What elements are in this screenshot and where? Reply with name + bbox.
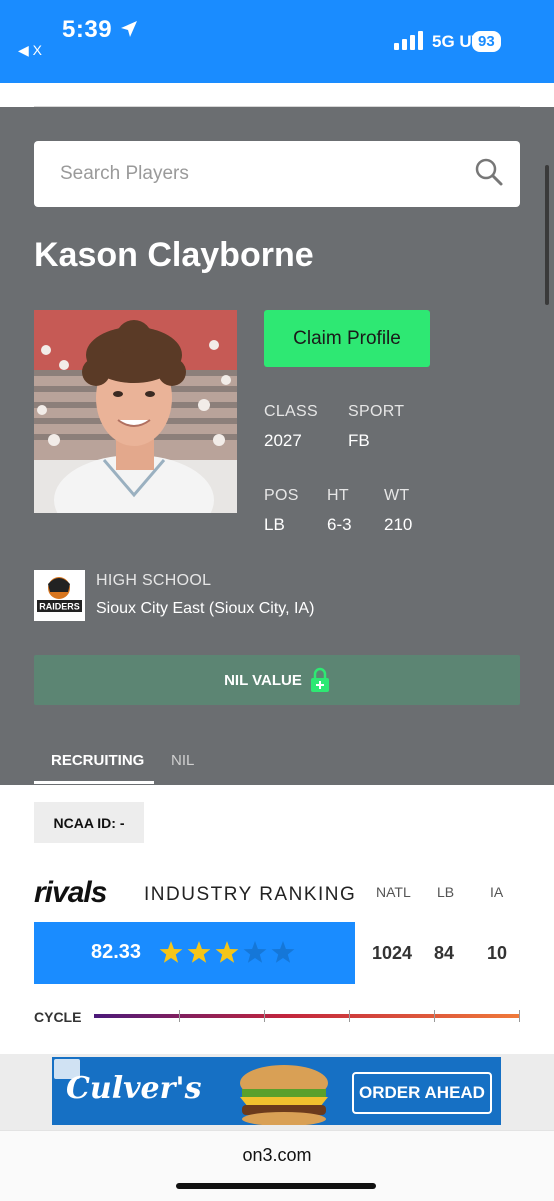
ad-order-button[interactable]: ORDER AHEAD [352,1072,492,1114]
school-logo-text: RAIDERS [39,602,80,612]
battery-level: 93 [472,31,501,52]
search-input[interactable] [58,159,462,189]
pos-label: POS [264,487,299,504]
cycle-tick [519,1010,520,1022]
school-label: HIGH SCHOOL [96,572,212,589]
player-photo [34,310,237,513]
lock-icon [310,667,329,692]
ht-label: HT [327,487,349,504]
status-time: 5:39 [62,16,113,43]
ranking-title: INDUSTRY RANKING [144,884,357,905]
cycle-tick [179,1010,180,1022]
star-empty-icon [243,941,267,963]
cycle-tick [349,1010,350,1022]
ht-value: 6-3 [327,515,352,534]
nil-value-label: NIL VALUE [224,671,302,689]
browser-bar: on3.com [0,1130,554,1201]
advertisement[interactable]: Culver's ORDER AHEAD [52,1057,501,1125]
wt-label: WT [384,487,410,504]
school-value[interactable]: Sioux City East (Sioux City, IA) [96,600,314,618]
natl-header: NATL [376,884,411,900]
class-label: CLASS [264,403,318,420]
rating-value: 82.33 [91,941,142,963]
star-rating [159,941,295,963]
star-empty-icon [271,941,295,963]
tab-recruiting[interactable]: RECRUITING [51,752,144,769]
cycle-tick [434,1010,435,1022]
scrollbar[interactable] [545,165,549,305]
nil-value-bar[interactable]: NIL VALUE [34,655,520,705]
cycle-label: CYCLE [34,1009,82,1025]
state-rank: 10 [487,943,508,963]
natl-rank: 1024 [372,943,413,963]
ad-choices-icon[interactable] [54,1059,80,1079]
pos-value: LB [264,515,285,534]
tab-nil[interactable]: NIL [171,752,194,769]
status-bar: 5:39 ◀ X 5G UW 93 [0,0,554,83]
search-box [34,141,520,207]
star-filled-icon [159,941,183,963]
star-filled-icon [187,941,211,963]
signal-icon [394,31,423,50]
state-rank-header: IA [490,884,504,900]
pos-rank: 84 [434,943,455,963]
cycle-tick [264,1010,265,1022]
home-indicator[interactable] [176,1183,376,1189]
pos-rank-header: LB [437,884,455,900]
school-logo[interactable]: RAIDERS [34,570,85,621]
location-arrow-icon [121,21,137,37]
player-name: Kason Clayborne [34,236,314,274]
wt-value: 210 [384,515,413,534]
back-to-app-link[interactable]: ◀ X [18,42,42,59]
sport-label: SPORT [348,403,405,420]
active-tab-indicator [34,781,154,784]
ad-brand: Culver's [66,1071,202,1106]
class-value: 2027 [264,431,302,450]
search-icon[interactable] [474,157,504,187]
sport-value: FB [348,431,370,450]
url-display[interactable]: on3.com [0,1145,554,1166]
ncaa-id: NCAA ID: - [34,802,144,843]
rating-bar: 82.33 [34,922,355,984]
burger-image [240,1065,328,1125]
cycle-timeline [94,1014,520,1018]
star-filled-icon [215,941,239,963]
claim-profile-button[interactable]: Claim Profile [264,310,430,367]
top-strip [0,83,554,107]
rivals-logo: rivals [34,876,107,909]
